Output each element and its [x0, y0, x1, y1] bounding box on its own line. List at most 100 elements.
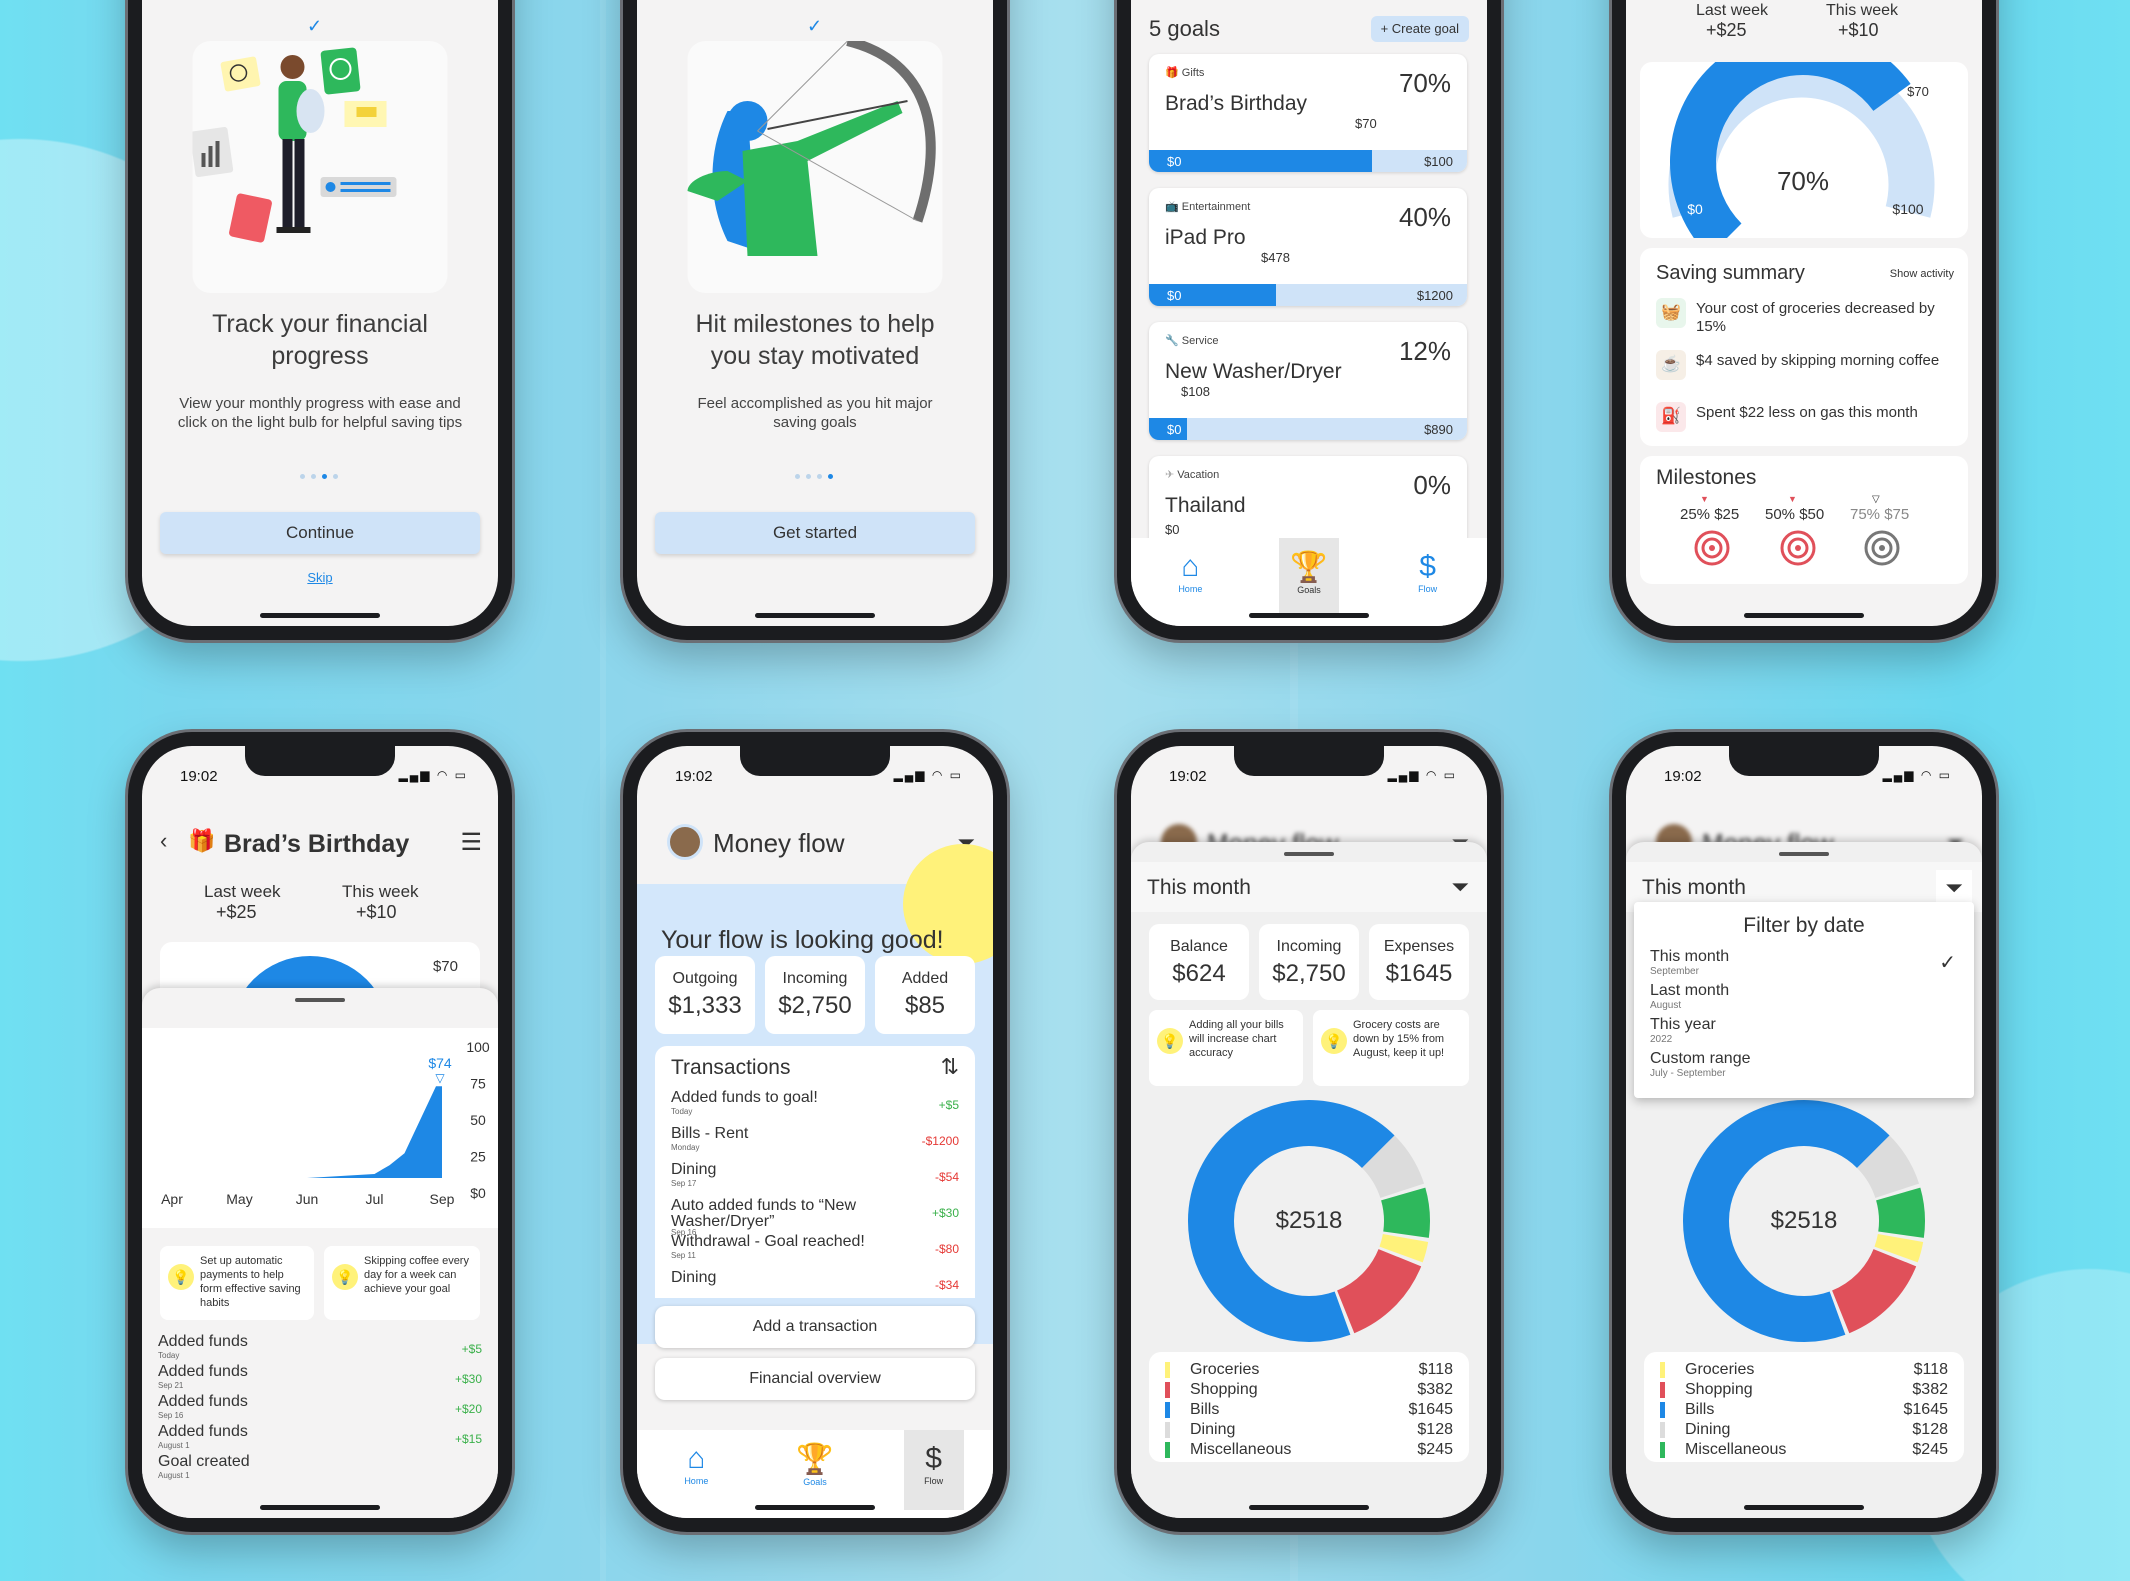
flow-banner-text: Your flow is looking good! — [661, 926, 944, 954]
activity-row[interactable]: Added funds Sep 16 +$20 — [142, 1394, 498, 1424]
stat-card-balance[interactable]: Balance $624 — [1149, 924, 1249, 1000]
filter-option[interactable]: Custom range July - September — [1634, 1050, 1974, 1082]
chart-annotation: $74 — [428, 1055, 452, 1071]
tab-flow[interactable]: $ Flow — [903, 1430, 964, 1510]
stat-card-added[interactable]: Added $85 — [875, 956, 975, 1034]
filter-option-label: Last month — [1650, 982, 1730, 999]
stat-card-incoming[interactable]: Incoming $2,750 — [1259, 924, 1359, 1000]
page-dot[interactable] — [333, 474, 338, 479]
filter-option[interactable]: This month September ✓ — [1634, 948, 1974, 980]
stat-value: $2,750 — [1272, 960, 1346, 987]
transaction-date: Today — [671, 1107, 693, 1116]
create-goal-button[interactable]: + Create goal — [1370, 16, 1469, 42]
sheet-handle[interactable] — [1284, 852, 1334, 856]
donut-segment[interactable] — [1379, 1233, 1429, 1263]
tab-flow[interactable]: $ Flow — [1398, 538, 1458, 618]
transaction-row[interactable]: Added funds to goal! Today +$5 — [655, 1090, 975, 1124]
triangle-marker-icon: ▼ — [1700, 494, 1709, 504]
filter-icon[interactable]: ⏷ — [1936, 870, 1972, 906]
stat-card-outgoing[interactable]: Outgoing $1,333 — [655, 956, 755, 1034]
transaction-row[interactable]: Auto added funds to “New Washer/Dryer” S… — [655, 1198, 975, 1238]
skip-link[interactable]: Skip — [142, 570, 498, 585]
filter-option-label: This month — [1650, 948, 1730, 965]
activity-row[interactable]: Added funds Today +$5 — [142, 1334, 498, 1364]
donut-segment[interactable] — [1336, 1248, 1422, 1334]
donut-segment[interactable] — [1874, 1233, 1924, 1263]
page-dot[interactable] — [795, 474, 800, 479]
transaction-amount: -$54 — [934, 1170, 959, 1184]
donut-segment[interactable] — [1831, 1248, 1917, 1334]
cycle-dollar-icon: $ — [925, 1442, 942, 1475]
goal-card[interactable]: 🎁 Gifts Brad’s Birthday 70% $70 $0 $100 — [1149, 54, 1467, 172]
page-indicator[interactable] — [795, 474, 833, 479]
expense-legend: Groceries $118 Shopping $382 Bills $1645 Dinin… — [1644, 1352, 1964, 1462]
filter-option[interactable]: This year 2022 — [1634, 1016, 1974, 1048]
goal-card[interactable]: 🔧 Service New Washer/Dryer 12% $108 $0 $… — [1149, 322, 1467, 440]
financial-overview-button[interactable]: Financial overview — [655, 1358, 975, 1400]
y-tick-label: 50 — [470, 1112, 486, 1128]
goal-card[interactable]: 📺 Entertainment iPad Pro 40% $478 $0 $12… — [1149, 188, 1467, 306]
sheet-handle[interactable] — [1779, 852, 1829, 856]
last-week-value: +$25 — [1706, 20, 1747, 40]
page-indicator[interactable] — [300, 474, 338, 479]
back-chevron-icon[interactable]: ‹ — [160, 828, 167, 854]
legend-swatch — [1165, 1362, 1170, 1378]
menu-icon[interactable]: ☰ — [460, 828, 482, 857]
onboarding-description: Feel accomplished as you hit major savin… — [697, 395, 933, 431]
avatar[interactable] — [667, 824, 703, 860]
status-icons: ▂▄▆ ◠ ▭ — [893, 768, 963, 782]
page-dot[interactable] — [300, 474, 305, 479]
filter-icon[interactable]: ⏷ — [1451, 874, 1469, 900]
donut-segment[interactable] — [1875, 1187, 1925, 1238]
illustration-frame — [687, 36, 943, 293]
donut-segment[interactable] — [1856, 1135, 1920, 1199]
tab-home[interactable]: ⌂ Home — [666, 1430, 726, 1510]
sort-icon[interactable]: ⇅ — [941, 1054, 959, 1080]
home-indicator — [1249, 613, 1369, 618]
page-dot[interactable] — [311, 474, 316, 479]
get-started-button[interactable]: Get started — [655, 512, 975, 554]
transaction-row[interactable]: Dining Sep 17 -$54 — [655, 1162, 975, 1196]
filter-option[interactable]: Last month August — [1634, 982, 1974, 1014]
stat-card-incoming[interactable]: Incoming $2,750 — [765, 956, 865, 1034]
activity-amount: +$30 — [454, 1372, 482, 1386]
target-achieved-icon — [1780, 530, 1816, 566]
screen: 5 goals + Create goal 🎁 Gifts Brad’s Bir… — [1131, 0, 1487, 626]
tip-card[interactable]: 💡 Set up automatic payments to help form… — [160, 1246, 314, 1320]
tip-card[interactable]: 💡 Adding all your bills will increase ch… — [1149, 1010, 1303, 1086]
page-dot[interactable] — [817, 474, 822, 479]
goal-name: Thailand — [1165, 494, 1246, 517]
tab-label: Home — [1178, 584, 1203, 594]
transaction-row[interactable]: Dining -$34 — [655, 1270, 975, 1298]
transaction-row[interactable]: Withdrawal - Goal reached! Sep 11 -$80 — [655, 1234, 975, 1268]
page-dot[interactable] — [806, 474, 811, 479]
screen: ✓ Hit milestones to help you stay motiva… — [637, 0, 993, 626]
goal-current-value: $70 — [1355, 116, 1377, 131]
activity-row[interactable]: Added funds August 1 +$15 — [142, 1424, 498, 1454]
goal-name: Brad’s Birthday — [1165, 92, 1308, 115]
stat-card-expenses[interactable]: Expenses $1645 — [1369, 924, 1469, 1000]
sheet-handle[interactable] — [295, 998, 345, 1002]
add-transaction-button[interactable]: Add a transaction — [655, 1306, 975, 1348]
goal-card[interactable]: ✈ Vacation Thailand 0% $0 — [1149, 456, 1467, 546]
goal-min: $0 — [1167, 288, 1182, 303]
show-activity-link[interactable]: Show activity — [1890, 268, 1954, 280]
gauge-min: $0 — [1687, 201, 1703, 217]
tab-home[interactable]: ⌂ Home — [1160, 538, 1220, 618]
page-dot-active[interactable] — [828, 474, 833, 479]
page-dot-active[interactable] — [322, 474, 327, 479]
donut-segment[interactable] — [1380, 1187, 1430, 1238]
tab-goals[interactable]: 🏆 Goals — [1278, 538, 1339, 618]
grocery-basket-icon: 🧺 — [1656, 298, 1686, 328]
continue-button[interactable]: Continue — [160, 512, 480, 554]
tab-goals[interactable]: 🏆 Goals — [785, 1430, 845, 1510]
x-tick-label: Jun — [296, 1191, 319, 1207]
legend-swatch — [1165, 1382, 1170, 1398]
activity-row[interactable]: Added funds Sep 21 +$30 — [142, 1364, 498, 1394]
activity-row[interactable]: Goal created August 1 — [142, 1454, 498, 1484]
transaction-row[interactable]: Bills - Rent Monday -$1200 — [655, 1126, 975, 1160]
transaction-amount: +$30 — [931, 1206, 959, 1220]
tip-card[interactable]: 💡 Grocery costs are down by 15% from Aug… — [1313, 1010, 1469, 1086]
donut-segment[interactable] — [1361, 1135, 1425, 1199]
tip-card[interactable]: 💡 Skipping coffee every day for a week c… — [324, 1246, 480, 1320]
